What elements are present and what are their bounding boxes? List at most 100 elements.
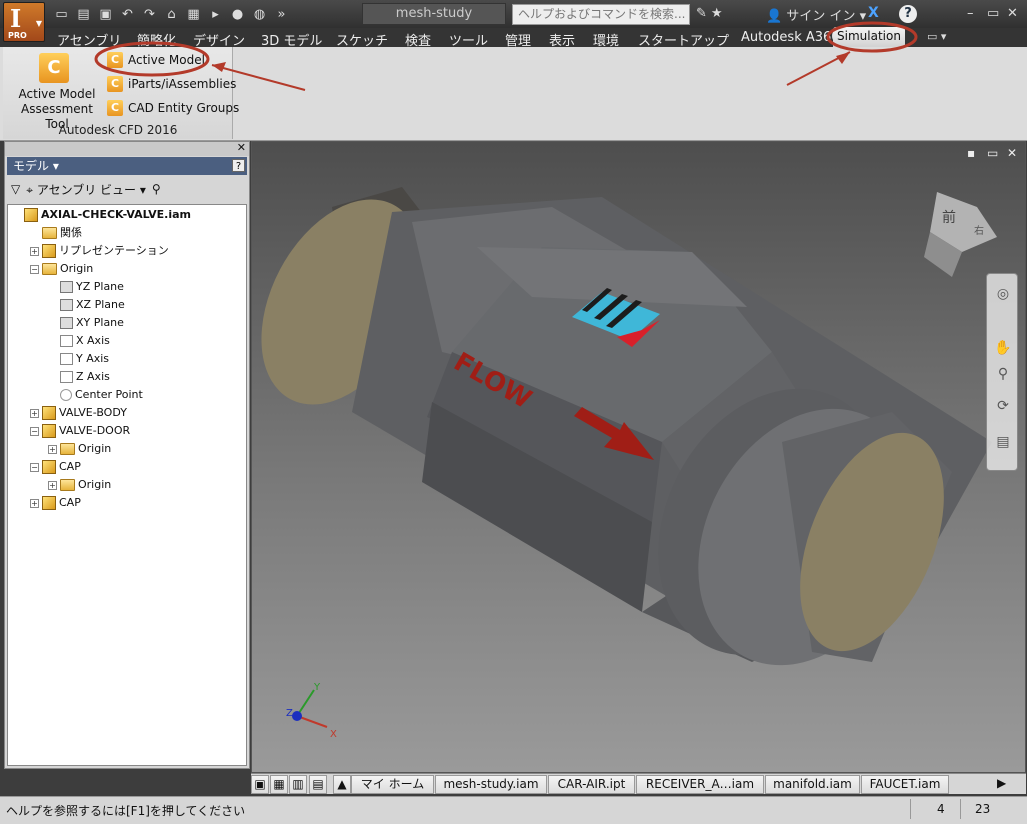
save-icon[interactable]: ▣ (96, 6, 115, 24)
cfd-icon: C (107, 100, 123, 116)
tree-node-label: Z Axis (76, 370, 110, 383)
active-model-button[interactable]: C Active Model (107, 50, 205, 70)
expand-icon[interactable]: + (48, 444, 57, 454)
viewcube[interactable]: 前 右 (924, 192, 997, 277)
tile-horizontal-icon[interactable]: ▤ (309, 775, 327, 794)
assessment-tool-icon[interactable]: C (39, 53, 69, 83)
expand-icon[interactable]: + (30, 246, 39, 256)
tree-node[interactable]: Center Point (48, 386, 143, 404)
tree-node[interactable]: Y Axis (48, 350, 109, 368)
close-icon[interactable]: ✕ (237, 141, 246, 154)
doc-tab-receiver[interactable]: RECEIVER_A…iam (636, 775, 764, 794)
tree-node-label: YZ Plane (76, 280, 124, 293)
tree-node[interactable]: + リプレゼンテーション (30, 242, 169, 260)
doc-tab-manifold[interactable]: manifold.iam (765, 775, 860, 794)
tree-node[interactable]: − VALVE-DOOR (30, 422, 130, 440)
appearance-icon[interactable]: ◍ (250, 6, 269, 24)
expand-icon[interactable]: + (30, 408, 39, 418)
zoom-icon[interactable]: ⚲ (993, 364, 1013, 384)
steering-wheel-icon[interactable]: ◎ (993, 284, 1013, 304)
tab-list-icon[interactable]: ▲ (333, 775, 351, 794)
edition-label: PRO (8, 31, 27, 40)
scroll-right-icon[interactable]: ▶ (997, 776, 1006, 790)
viewcube-right-label: 右 (974, 224, 984, 237)
open-file-icon[interactable]: ▤ (74, 6, 93, 24)
expand-icon[interactable]: + (30, 498, 39, 508)
help-icon[interactable]: ? (232, 159, 245, 172)
undo-icon[interactable]: ↶ (118, 6, 137, 24)
inventor-logo: I (10, 4, 22, 33)
tree-node[interactable]: XY Plane (48, 314, 124, 332)
new-file-icon[interactable]: ▭ (52, 6, 71, 24)
cad-entity-groups-button[interactable]: C CAD Entity Groups (107, 98, 239, 118)
view-selector[interactable]: ⌖ アセンブリ ビュー ▾ (26, 181, 146, 198)
tile-icon[interactable]: ▦ (270, 775, 288, 794)
tree-node[interactable]: + Origin (48, 440, 111, 458)
tree-node[interactable]: − Origin (30, 260, 93, 278)
pan-icon[interactable]: ✋ (993, 338, 1013, 358)
chevron-down-icon: ▼ (35, 19, 42, 28)
status-bar: ヘルプを参照するには[F1]を押してください 4 23 (0, 796, 1027, 824)
close-button[interactable]: ✕ (1007, 6, 1018, 21)
status-divider (910, 799, 911, 819)
active-model-label: Active Model (128, 53, 205, 67)
orbit-icon[interactable]: ⟳ (993, 396, 1013, 416)
collapse-icon[interactable]: − (30, 462, 39, 472)
tab-simulation[interactable]: Simulation (833, 27, 905, 47)
communication-icon[interactable]: ✎ (696, 6, 707, 21)
cascade-icon[interactable]: ▣ (251, 775, 269, 794)
tree-node[interactable]: YZ Plane (48, 278, 124, 296)
minimize-button[interactable]: – (967, 6, 974, 21)
status-count-2: 23 (975, 802, 991, 816)
tree-node[interactable]: XZ Plane (48, 296, 125, 314)
favorites-icon[interactable]: ★ (711, 6, 723, 21)
tree-node[interactable]: + CAP (30, 494, 81, 512)
tree-node[interactable]: − CAP (30, 458, 81, 476)
axis-y-label: Y (313, 682, 321, 693)
model-tree: AXIAL-CHECK-VALVE.iam 関係 + リプレゼンテーション − Origi… (7, 204, 247, 766)
material-icon[interactable]: ● (228, 6, 247, 24)
tree-node-label: Origin (78, 442, 112, 455)
find-icon[interactable]: ⚲ (152, 182, 161, 196)
tree-node[interactable]: X Axis (48, 332, 110, 350)
part-icon (42, 406, 56, 420)
panel-toggle-icon[interactable]: ▭ ▾ (927, 30, 946, 43)
help-button[interactable]: ? (899, 5, 917, 23)
view-face-icon[interactable]: ▤ (993, 432, 1013, 452)
sign-in-button[interactable]: 👤 サイン イン ▾ (766, 5, 866, 24)
collapse-icon[interactable]: − (30, 264, 39, 274)
collapse-icon[interactable]: − (30, 426, 39, 436)
tree-node[interactable]: 関係 (30, 224, 82, 242)
doc-tab-home[interactable]: マイ ホーム (351, 775, 434, 794)
cfd-ribbon-group: C Active Model Assessment Tool C Active … (3, 47, 239, 139)
browser-header[interactable]: モデル ▾ ? (7, 157, 247, 175)
graphics-viewport[interactable]: ▪ ▭ ✕ FLOW 前 右 Y X Z (251, 141, 1026, 773)
tree-node[interactable]: AXIAL-CHECK-VALVE.iam (12, 206, 191, 224)
doc-tab-mesh-study[interactable]: mesh-study.iam (435, 775, 547, 794)
select-icon[interactable]: ▸ (206, 6, 225, 24)
expand-icon[interactable]: + (48, 480, 57, 490)
more-icon[interactable]: » (272, 6, 291, 24)
navigation-bar: ◎ ✋ ⚲ ⟳ ▤ (986, 273, 1018, 471)
tree-node[interactable]: Z Axis (48, 368, 110, 386)
redo-icon[interactable]: ↷ (140, 6, 159, 24)
doc-tab-car-air[interactable]: CAR-AIR.ipt (548, 775, 635, 794)
search-input[interactable]: ヘルプおよびコマンドを検索... (512, 4, 690, 25)
home-icon[interactable]: ⌂ (162, 6, 181, 24)
axis-triad: Y X Z (286, 682, 337, 740)
application-menu-button[interactable]: I PRO ▼ (3, 2, 45, 42)
filter-icon[interactable]: ▽ (11, 182, 20, 196)
browser-grip[interactable]: ✕ (5, 141, 249, 156)
tree-node[interactable]: + VALVE-BODY (30, 404, 127, 422)
status-divider (960, 799, 961, 819)
exchange-apps-icon[interactable]: X (868, 5, 879, 21)
view-label: アセンブリ ビュー (36, 182, 137, 197)
iparts-button[interactable]: C iParts/iAssemblies (107, 74, 236, 94)
tile-vertical-icon[interactable]: ▥ (289, 775, 307, 794)
maximize-button[interactable]: ▭ (987, 6, 999, 21)
doc-tab-faucet[interactable]: FAUCET.iam (861, 775, 949, 794)
tree-node[interactable]: + Origin (48, 476, 111, 494)
tab-autodesk-a360[interactable]: Autodesk A360 (741, 30, 840, 45)
document-tabs: ▣ ▦ ▥ ▤ ▲ マイ ホーム mesh-study.iam CAR-AIR.… (251, 773, 1026, 794)
project-icon[interactable]: ▦ (184, 6, 203, 24)
